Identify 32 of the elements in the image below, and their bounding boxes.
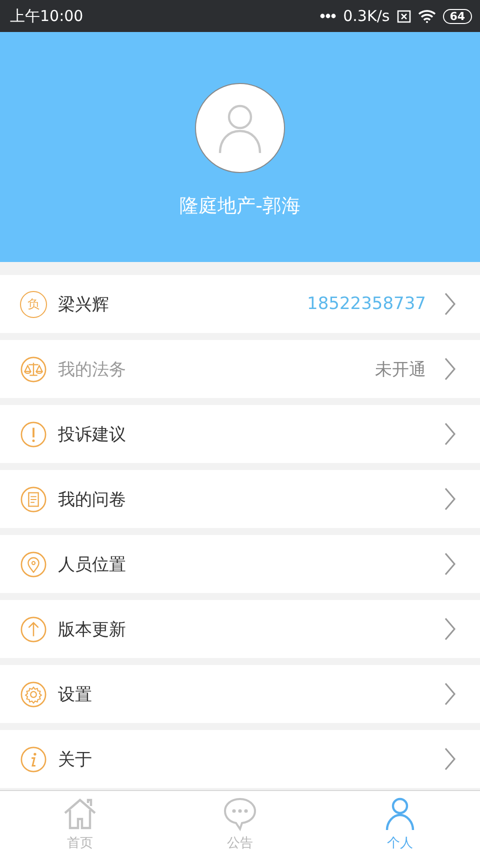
settings-icon	[20, 680, 47, 708]
menu-item[interactable]: 负 梁兴辉 18522358737	[0, 275, 480, 333]
menu-item[interactable]: 投诉建议	[0, 405, 480, 463]
menu-item[interactable]: 设置	[0, 665, 480, 723]
info-icon	[20, 746, 47, 772]
document-icon	[20, 486, 47, 512]
chevron-right-icon	[444, 357, 456, 381]
chevron-right-icon	[444, 422, 456, 446]
alert-icon	[20, 420, 47, 448]
menu-item[interactable]: 人员位置	[0, 535, 480, 593]
scale-icon	[20, 356, 47, 382]
wifi-icon	[418, 9, 436, 23]
chevron-right-icon	[444, 617, 456, 641]
more-dots-icon	[320, 13, 336, 19]
menu-item[interactable]: 我的问卷	[0, 470, 480, 528]
menu-item[interactable]: 关于	[0, 730, 480, 788]
battery-icon: 64	[442, 8, 472, 24]
chevron-right-icon	[444, 682, 456, 706]
chevron-right-icon	[444, 552, 456, 576]
chevron-right-icon	[444, 747, 456, 771]
home-icon	[62, 796, 98, 832]
menu-item[interactable]: 版本更新	[0, 600, 480, 658]
chat-bubble-icon	[222, 796, 258, 832]
chevron-right-icon	[444, 292, 456, 316]
badge-icon: 负	[20, 290, 47, 318]
clock: 上午10:00	[10, 6, 84, 26]
network-speed: 0.3K/s	[343, 7, 390, 25]
profile-name: 隆庭地产-郭海	[180, 194, 300, 219]
no-sim-icon	[396, 10, 411, 22]
avatar-icon	[195, 83, 285, 173]
location-pin-icon	[20, 550, 47, 578]
chevron-right-icon	[444, 487, 456, 511]
